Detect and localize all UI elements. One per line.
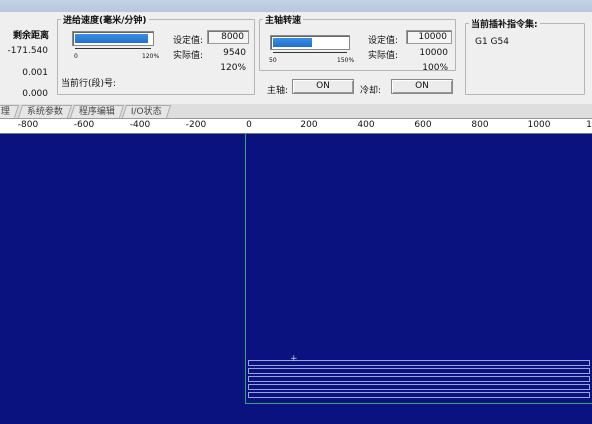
feed-scale-min: 0 bbox=[74, 53, 78, 60]
spindle-scale-min: 50 bbox=[269, 57, 277, 64]
tab-program-edit-label: 程序编辑 bbox=[78, 107, 115, 117]
tab-program-edit[interactable]: 程序编辑 bbox=[69, 105, 125, 118]
toolpath-canvas[interactable]: + bbox=[0, 134, 592, 424]
interp-command-group: 当前插补指令集: bbox=[465, 17, 585, 95]
feed-rate-bar[interactable] bbox=[72, 31, 154, 46]
spindle-percent: 100% bbox=[422, 63, 448, 73]
remaining-x-value: -171.540 bbox=[7, 46, 48, 56]
tab-system-params[interactable]: 系统参数 bbox=[17, 105, 73, 118]
tab-processing-label: 理 bbox=[0, 107, 10, 117]
remaining-z-value: 0.000 bbox=[22, 89, 48, 99]
spindle-state-label: 主轴: bbox=[267, 86, 289, 96]
tab-system-params-label: 系统参数 bbox=[26, 107, 63, 117]
ruler-label: 0 bbox=[246, 120, 252, 130]
tab-bar: 理 系统参数 程序编辑 I/O状态 bbox=[0, 104, 592, 119]
feed-rate-bar-fill bbox=[75, 34, 148, 43]
ruler-label: -200 bbox=[185, 120, 207, 130]
tab-processing[interactable]: 理 bbox=[0, 105, 20, 118]
ruler-label: 200 bbox=[300, 120, 318, 130]
feed-set-label: 设定值: bbox=[173, 36, 204, 46]
spindle-scale-max: 150% bbox=[337, 57, 355, 64]
feed-actual-label: 实际值: bbox=[173, 51, 204, 61]
tab-io-status[interactable]: I/O状态 bbox=[121, 105, 171, 118]
feed-scale-max: 120% bbox=[142, 53, 160, 60]
spindle-on-button[interactable]: ON bbox=[292, 79, 354, 94]
ruler-label: 1000 bbox=[527, 120, 551, 130]
current-line-label: 当前行(段)号: bbox=[61, 79, 117, 89]
title-strip bbox=[0, 0, 592, 12]
spindle-speed-bar[interactable] bbox=[270, 35, 350, 50]
interp-command-value: G1 G54 bbox=[475, 37, 509, 47]
ruler-label: 600 bbox=[414, 120, 432, 130]
ruler-label: -400 bbox=[129, 120, 151, 130]
toolpath-pass bbox=[248, 392, 590, 398]
spindle-set-label: 设定值: bbox=[368, 36, 399, 46]
ruler-label: 1 bbox=[586, 120, 592, 130]
ruler-label: 800 bbox=[471, 120, 489, 130]
tab-io-status-label: I/O状态 bbox=[130, 107, 162, 117]
ruler-label: -600 bbox=[73, 120, 95, 130]
ruler-label: 400 bbox=[357, 120, 375, 130]
spindle-speed-scale bbox=[273, 52, 347, 57]
feed-actual-value: 9540 bbox=[223, 48, 246, 58]
x-axis-line bbox=[245, 403, 592, 404]
tool-cursor-icon: + bbox=[290, 354, 298, 364]
status-panel: 剩余距离 -171.540 0.001 0.000 进给速度(毫米/分钟) 0 … bbox=[0, 12, 592, 102]
spindle-speed-title: 主轴转速 bbox=[265, 16, 302, 26]
remaining-distance-title: 剩余距离 bbox=[13, 31, 50, 41]
remaining-y-value: 0.001 bbox=[22, 68, 48, 78]
x-ruler: -800 -600 -400 -200 0 200 400 600 800 10… bbox=[0, 119, 592, 134]
spindle-set-value[interactable]: 10000 bbox=[406, 30, 452, 44]
toolpath-pass bbox=[248, 384, 590, 390]
feed-rate-title: 进给速度(毫米/分钟) bbox=[63, 16, 147, 26]
spindle-speed-bar-fill bbox=[273, 38, 312, 47]
feed-rate-scale bbox=[75, 48, 151, 53]
coolant-on-button[interactable]: ON bbox=[391, 79, 453, 94]
toolpath-pass bbox=[248, 360, 590, 366]
spindle-actual-value: 10000 bbox=[419, 48, 448, 58]
ruler-label: -800 bbox=[17, 120, 39, 130]
toolpath-pass bbox=[248, 368, 590, 374]
feed-set-value[interactable]: 8000 bbox=[207, 30, 249, 44]
toolpath-pass bbox=[248, 376, 590, 382]
y-axis-line bbox=[245, 134, 246, 404]
feed-percent: 120% bbox=[220, 63, 246, 73]
coolant-label: 冷却: bbox=[360, 86, 382, 96]
interp-command-title: 当前插补指令集: bbox=[471, 20, 538, 30]
spindle-actual-label: 实际值: bbox=[368, 51, 399, 61]
